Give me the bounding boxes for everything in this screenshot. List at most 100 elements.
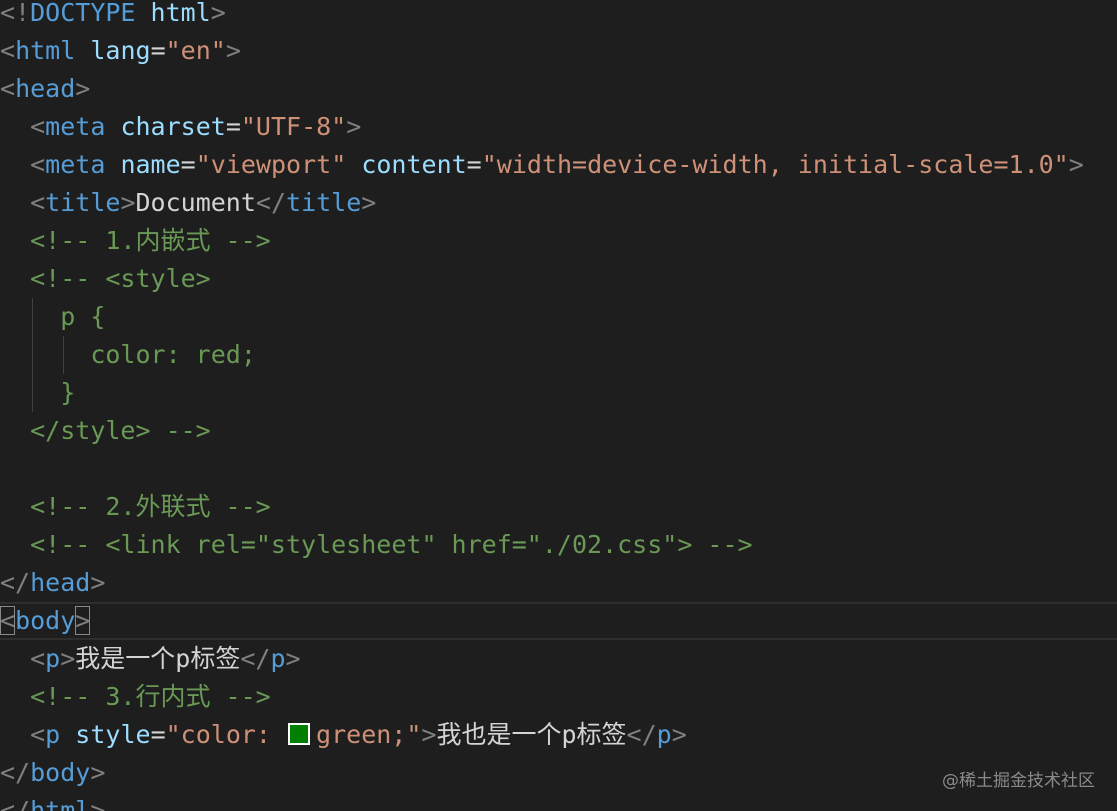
token-punctuation: </: [0, 796, 31, 811]
token-operator: =: [225, 112, 241, 141]
code-line[interactable]: </style> -->: [0, 412, 211, 450]
code-line[interactable]: <!DOCTYPE html>: [0, 0, 226, 32]
token-string: "width=device-width, initial-scale=1.0": [481, 150, 1069, 179]
token-punctuation: >: [671, 720, 687, 749]
token-tag: html: [30, 796, 91, 811]
token-punctuation: <: [30, 720, 46, 749]
token-punctuation: </: [255, 188, 287, 217]
token-tag: p: [656, 720, 672, 749]
token-operator: =: [150, 36, 166, 65]
token-punctuation: >: [60, 644, 76, 673]
code-line[interactable]: }: [0, 374, 75, 412]
token-tag: body: [15, 606, 76, 635]
code-line[interactable]: </html>: [0, 792, 105, 811]
token-string: "color:: [165, 720, 287, 749]
code-line[interactable]: <p style="color: green;">我也是一个p标签</p>: [0, 716, 687, 754]
code-line[interactable]: <!-- <link rel="stylesheet" href="./02.c…: [0, 526, 752, 564]
token-punctuation: >: [90, 568, 106, 597]
token-operator: =: [150, 720, 166, 749]
code-editor[interactable]: <!DOCTYPE html> <html lang="en"> <head> …: [0, 0, 1117, 811]
token-operator: =: [466, 150, 482, 179]
token-comment: <!-- 2.外联式 -->: [30, 492, 271, 521]
token-punctuation: <: [0, 74, 16, 103]
token-punctuation: >: [90, 796, 106, 811]
token-attribute: name: [120, 150, 181, 179]
token-text: 我是一个p标签: [75, 644, 241, 673]
token-punctuation: >: [421, 720, 437, 749]
token-string: "viewport": [195, 150, 347, 179]
code-line[interactable]: <!-- 2.外联式 -->: [0, 488, 271, 526]
token-string: "UTF-8": [240, 112, 347, 141]
token-punctuation: <!: [0, 0, 31, 27]
token-string: green;": [316, 720, 422, 749]
token-punctuation: >: [1068, 150, 1084, 179]
token-punctuation: >: [285, 644, 301, 673]
token-operator: =: [180, 150, 196, 179]
token-punctuation: </: [626, 720, 657, 749]
token-punctuation: >: [210, 0, 226, 27]
code-line[interactable]: <head>: [0, 70, 90, 108]
code-line[interactable]: <meta name="viewport" content="width=dev…: [0, 146, 1084, 184]
token-punctuation: >: [361, 188, 377, 217]
token-punctuation: <: [30, 112, 46, 141]
token-tag: meta: [45, 112, 106, 141]
token-comment: <!-- 3.行内式 -->: [30, 682, 271, 711]
token-comment: }: [60, 378, 76, 407]
token-punctuation: >: [120, 188, 136, 217]
token-comment: <!-- 1.内嵌式 -->: [30, 226, 271, 255]
token-tag: p: [45, 720, 61, 749]
token-punctuation: <: [0, 36, 16, 65]
token-attribute: style: [75, 720, 151, 749]
code-line[interactable]: </body>: [0, 754, 105, 792]
token-comment: p {: [60, 302, 106, 331]
code-line[interactable]: <!-- 1.内嵌式 -->: [0, 222, 271, 260]
token-keyword: DOCTYPE: [30, 0, 136, 27]
code-line[interactable]: <meta charset="UTF-8">: [0, 108, 361, 146]
token-tag: p: [45, 644, 61, 673]
code-line[interactable]: <p>我是一个p标签</p>: [0, 640, 301, 678]
token-punctuation: </: [0, 568, 31, 597]
code-line[interactable]: <!-- 3.行内式 -->: [0, 678, 271, 716]
token-attribute: content: [361, 150, 467, 179]
code-line[interactable]: <!-- <style>: [0, 260, 211, 298]
token-tag: head: [30, 568, 91, 597]
code-line[interactable]: color: red;: [0, 336, 256, 374]
token-text: Document: [135, 188, 256, 217]
token-punctuation: >: [90, 758, 106, 787]
token-punctuation: >: [225, 36, 241, 65]
current-line[interactable]: <body>: [0, 602, 1117, 640]
code-line[interactable]: </head>: [0, 564, 105, 602]
token-string: "en": [165, 36, 226, 65]
code-line[interactable]: <html lang="en">: [0, 32, 241, 70]
code-line[interactable]: <title>Document</title>: [0, 184, 376, 222]
token-tag: head: [15, 74, 76, 103]
token-tag: meta: [45, 150, 106, 179]
matched-bracket: >: [75, 606, 91, 635]
token-text: 我也是一个p标签: [436, 720, 627, 749]
token-punctuation: >: [75, 74, 91, 103]
code-line[interactable]: p {: [0, 298, 105, 336]
color-swatch-icon[interactable]: [288, 723, 311, 745]
token-punctuation: <: [30, 644, 46, 673]
token-punctuation: </: [0, 758, 31, 787]
token-tag: html: [15, 36, 76, 65]
watermark: @稀土掘金技术社区: [942, 771, 1095, 791]
token-attribute: lang: [90, 36, 151, 65]
token-punctuation: </: [240, 644, 271, 673]
token-attribute: html: [150, 0, 211, 27]
token-comment: color: red;: [90, 340, 256, 369]
